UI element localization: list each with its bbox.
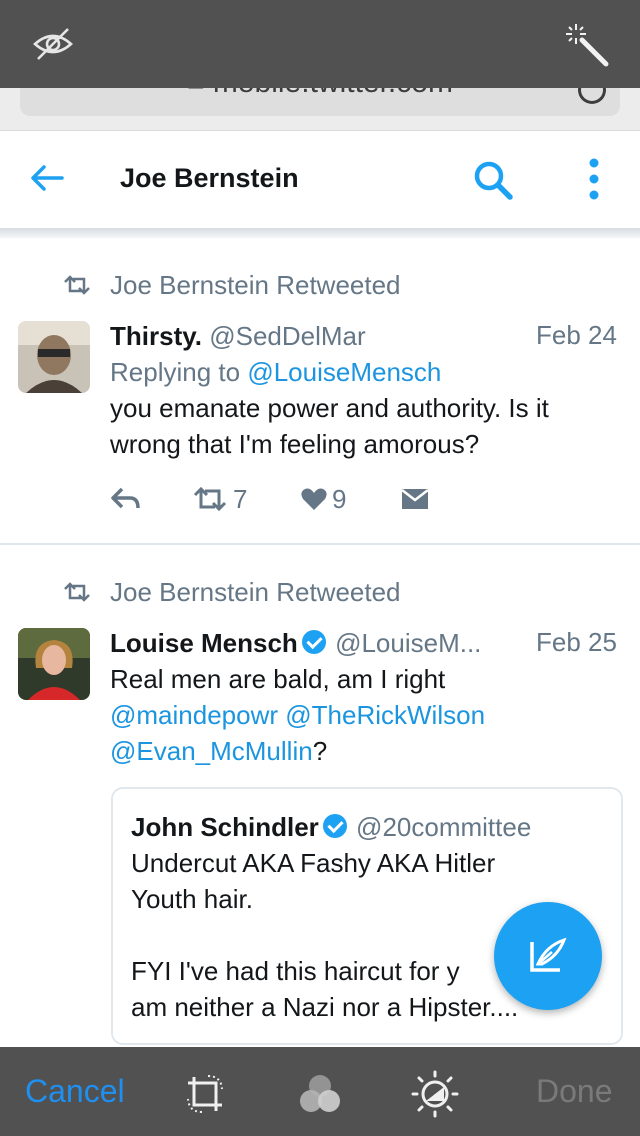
avatar-photo: [18, 628, 90, 700]
magic-wand-icon[interactable]: [562, 20, 612, 70]
reply-prefix: Replying to: [110, 357, 241, 387]
retweet-context-text: Joe Bernstein Retweeted: [110, 577, 401, 607]
tweet-text-line: you emanate power and authority. Is it: [110, 393, 549, 423]
tweet-text-line: wrong that I'm feeling amorous?: [110, 429, 480, 459]
quoted-author-handle: @20committee: [356, 812, 532, 842]
retweet-context-text: Joe Bernstein Retweeted: [110, 270, 401, 300]
mention-link[interactable]: @maindepowr: [110, 700, 278, 730]
more-options-icon[interactable]: [583, 157, 605, 201]
tweet-text-line: @maindepowr @TheRickWilson: [110, 697, 485, 733]
hide-eye-icon[interactable]: [32, 26, 74, 62]
verified-badge-icon: [322, 814, 347, 838]
retweet-count: 7: [233, 484, 248, 514]
quoted-text-line: Youth hair.: [131, 884, 253, 914]
done-button[interactable]: Done: [536, 1073, 613, 1110]
compose-quill-icon: [530, 937, 567, 972]
retweet-small-icon: [64, 582, 90, 602]
profile-header-bar: Joe Bernstein: [0, 130, 640, 229]
mention-link[interactable]: @Evan_McMullin: [110, 736, 313, 766]
filters-icon[interactable]: [296, 1073, 344, 1115]
header-shadow: [0, 228, 640, 238]
url-text: ≡ mobile.twitter.com: [0, 88, 640, 100]
retweet-small-icon: [64, 275, 90, 295]
tweet-text-line: @Evan_McMullin?: [110, 733, 327, 769]
tweet-author-line: Thirsty. @SedDelMar: [110, 318, 366, 354]
reply-icon[interactable]: [110, 486, 142, 512]
avatar[interactable]: [18, 321, 90, 393]
quoted-author-line: John Schindler @20committee: [131, 809, 531, 845]
verified-badge-icon: [301, 630, 326, 654]
photo-editor-bottom-bar: Cancel Done: [0, 1047, 640, 1136]
photo-editor-top-bar: [0, 0, 640, 88]
tweet-author-line: Louise Mensch @LouiseM...: [110, 625, 481, 661]
back-arrow-icon[interactable]: [30, 164, 64, 192]
tweet-date[interactable]: Feb 25: [536, 627, 617, 658]
page-title: Joe Bernstein: [120, 163, 299, 193]
retweet-icon[interactable]: [192, 486, 228, 512]
author-name[interactable]: Thirsty.: [110, 321, 202, 351]
direct-message-icon[interactable]: [401, 488, 429, 510]
mention-link[interactable]: @TheRickWilson: [285, 700, 485, 730]
tweet-divider: [0, 543, 640, 545]
reply-mention-link[interactable]: @LouiseMensch: [247, 357, 441, 387]
author-handle[interactable]: @SedDelMar: [209, 321, 365, 351]
quoted-text-line: FYI I've had this haircut for y: [131, 956, 460, 986]
author-name[interactable]: Louise Mensch: [110, 628, 298, 658]
quoted-author-name: John Schindler: [131, 812, 319, 842]
quoted-text-line: am neither a Nazi nor a Hipster....: [131, 992, 519, 1022]
like-heart-icon[interactable]: [300, 486, 328, 512]
compose-tweet-button[interactable]: [494, 902, 602, 1010]
crop-rotate-icon[interactable]: [184, 1073, 226, 1115]
adjust-dial-icon[interactable]: [410, 1069, 460, 1119]
tweet-text-line: Real men are bald, am I right: [110, 664, 446, 694]
cancel-button[interactable]: Cancel: [25, 1073, 125, 1110]
author-handle[interactable]: @LouiseM...: [335, 628, 481, 658]
avatar-photo: [18, 321, 90, 393]
tweet-text-trail: ?: [312, 736, 328, 766]
browser-url-bar: ≡ mobile.twitter.com: [0, 88, 640, 130]
quoted-text-line: Undercut AKA Fashy AKA Hitler: [131, 848, 496, 878]
like-count: 9: [332, 484, 347, 514]
tweet-date[interactable]: Feb 24: [536, 320, 617, 351]
reply-context: Replying to @LouiseMensch: [110, 354, 441, 390]
search-icon[interactable]: [472, 159, 516, 203]
avatar[interactable]: [18, 628, 90, 700]
